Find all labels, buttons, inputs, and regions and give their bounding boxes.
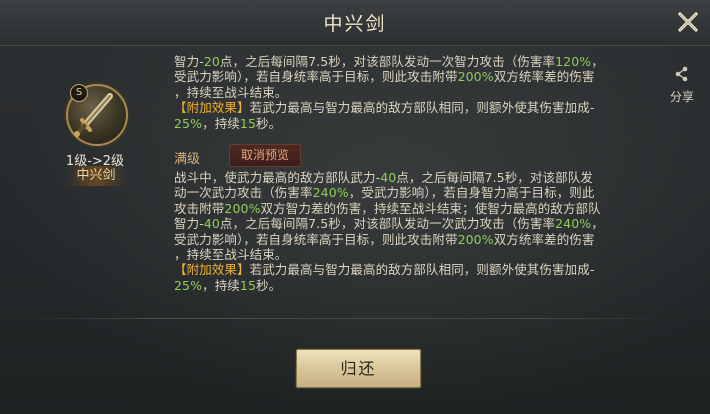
text-line: 25%，持续15秒。: [174, 277, 282, 293]
share-button[interactable]: 分享: [666, 66, 698, 105]
text-line: ，持续至战斗结束。: [174, 247, 288, 263]
dialog-header: 中兴剑: [0, 0, 710, 46]
divider: [20, 318, 670, 319]
text-line: 受武力影响），若自身统率高于目标，则此攻击附带200%双方统率差的伤害: [174, 231, 595, 247]
text-line: 【附加效果】若武力最高与智力最高的敌方部队相同，则额外使其伤害加成-: [174, 100, 595, 116]
text-line: 攻击附带200%双方智力差的伤害，持续至战斗结束；使智力最高的敌方部队: [174, 200, 601, 216]
text-line: 动一次武力攻击（伤害率240%，受武力影响），若自身智力高于目标，则此: [174, 185, 595, 201]
close-button[interactable]: [674, 8, 702, 36]
text-line: 25%，持续15秒。: [174, 115, 282, 131]
text-line: 智力-40点，之后每间隔7.5秒，对该部队发动一次武力攻击（伤害率240%，: [174, 216, 604, 232]
max-level-label: 满级: [174, 152, 201, 167]
text-line: 受武力影响），若自身统率高于目标，则此攻击附带200%双方统率差的伤害: [174, 69, 595, 85]
dialog: 中兴剑 分享 S 1级->2级 中兴剑 智力-20点，之后每间隔7.5秒，对该部: [0, 0, 710, 414]
cancel-preview-button[interactable]: 取消预览: [229, 144, 301, 167]
close-icon: [678, 12, 698, 32]
text-line: ，持续至战斗结束。: [174, 84, 288, 100]
return-button[interactable]: 归还: [296, 349, 421, 388]
text-line: 智力-20点，之后每间隔7.5秒，对该部队发动一次智力攻击（伤害率120%，: [174, 54, 604, 69]
share-label: 分享: [669, 90, 694, 104]
item-name: 中兴剑: [66, 166, 126, 186]
dialog-title: 中兴剑: [323, 13, 387, 35]
text-line: 【附加效果】若武力最高与智力最高的敌方部队相同，则额外使其伤害加成-: [174, 262, 595, 278]
text-line: 战斗中，使武力最高的敌方部队武力-40点，之后每间隔7.5秒，对该部队发: [174, 170, 593, 185]
share-icon: [675, 66, 688, 82]
next-effect-text: 战斗中，使武力最高的敌方部队武力-40点，之后每间隔7.5秒，对该部队发 动一次…: [174, 170, 654, 293]
current-effect-text: 智力-20点，之后每间隔7.5秒，对该部队发动一次智力攻击（伤害率120%， 受…: [174, 54, 654, 131]
rarity-badge: S: [70, 84, 88, 102]
